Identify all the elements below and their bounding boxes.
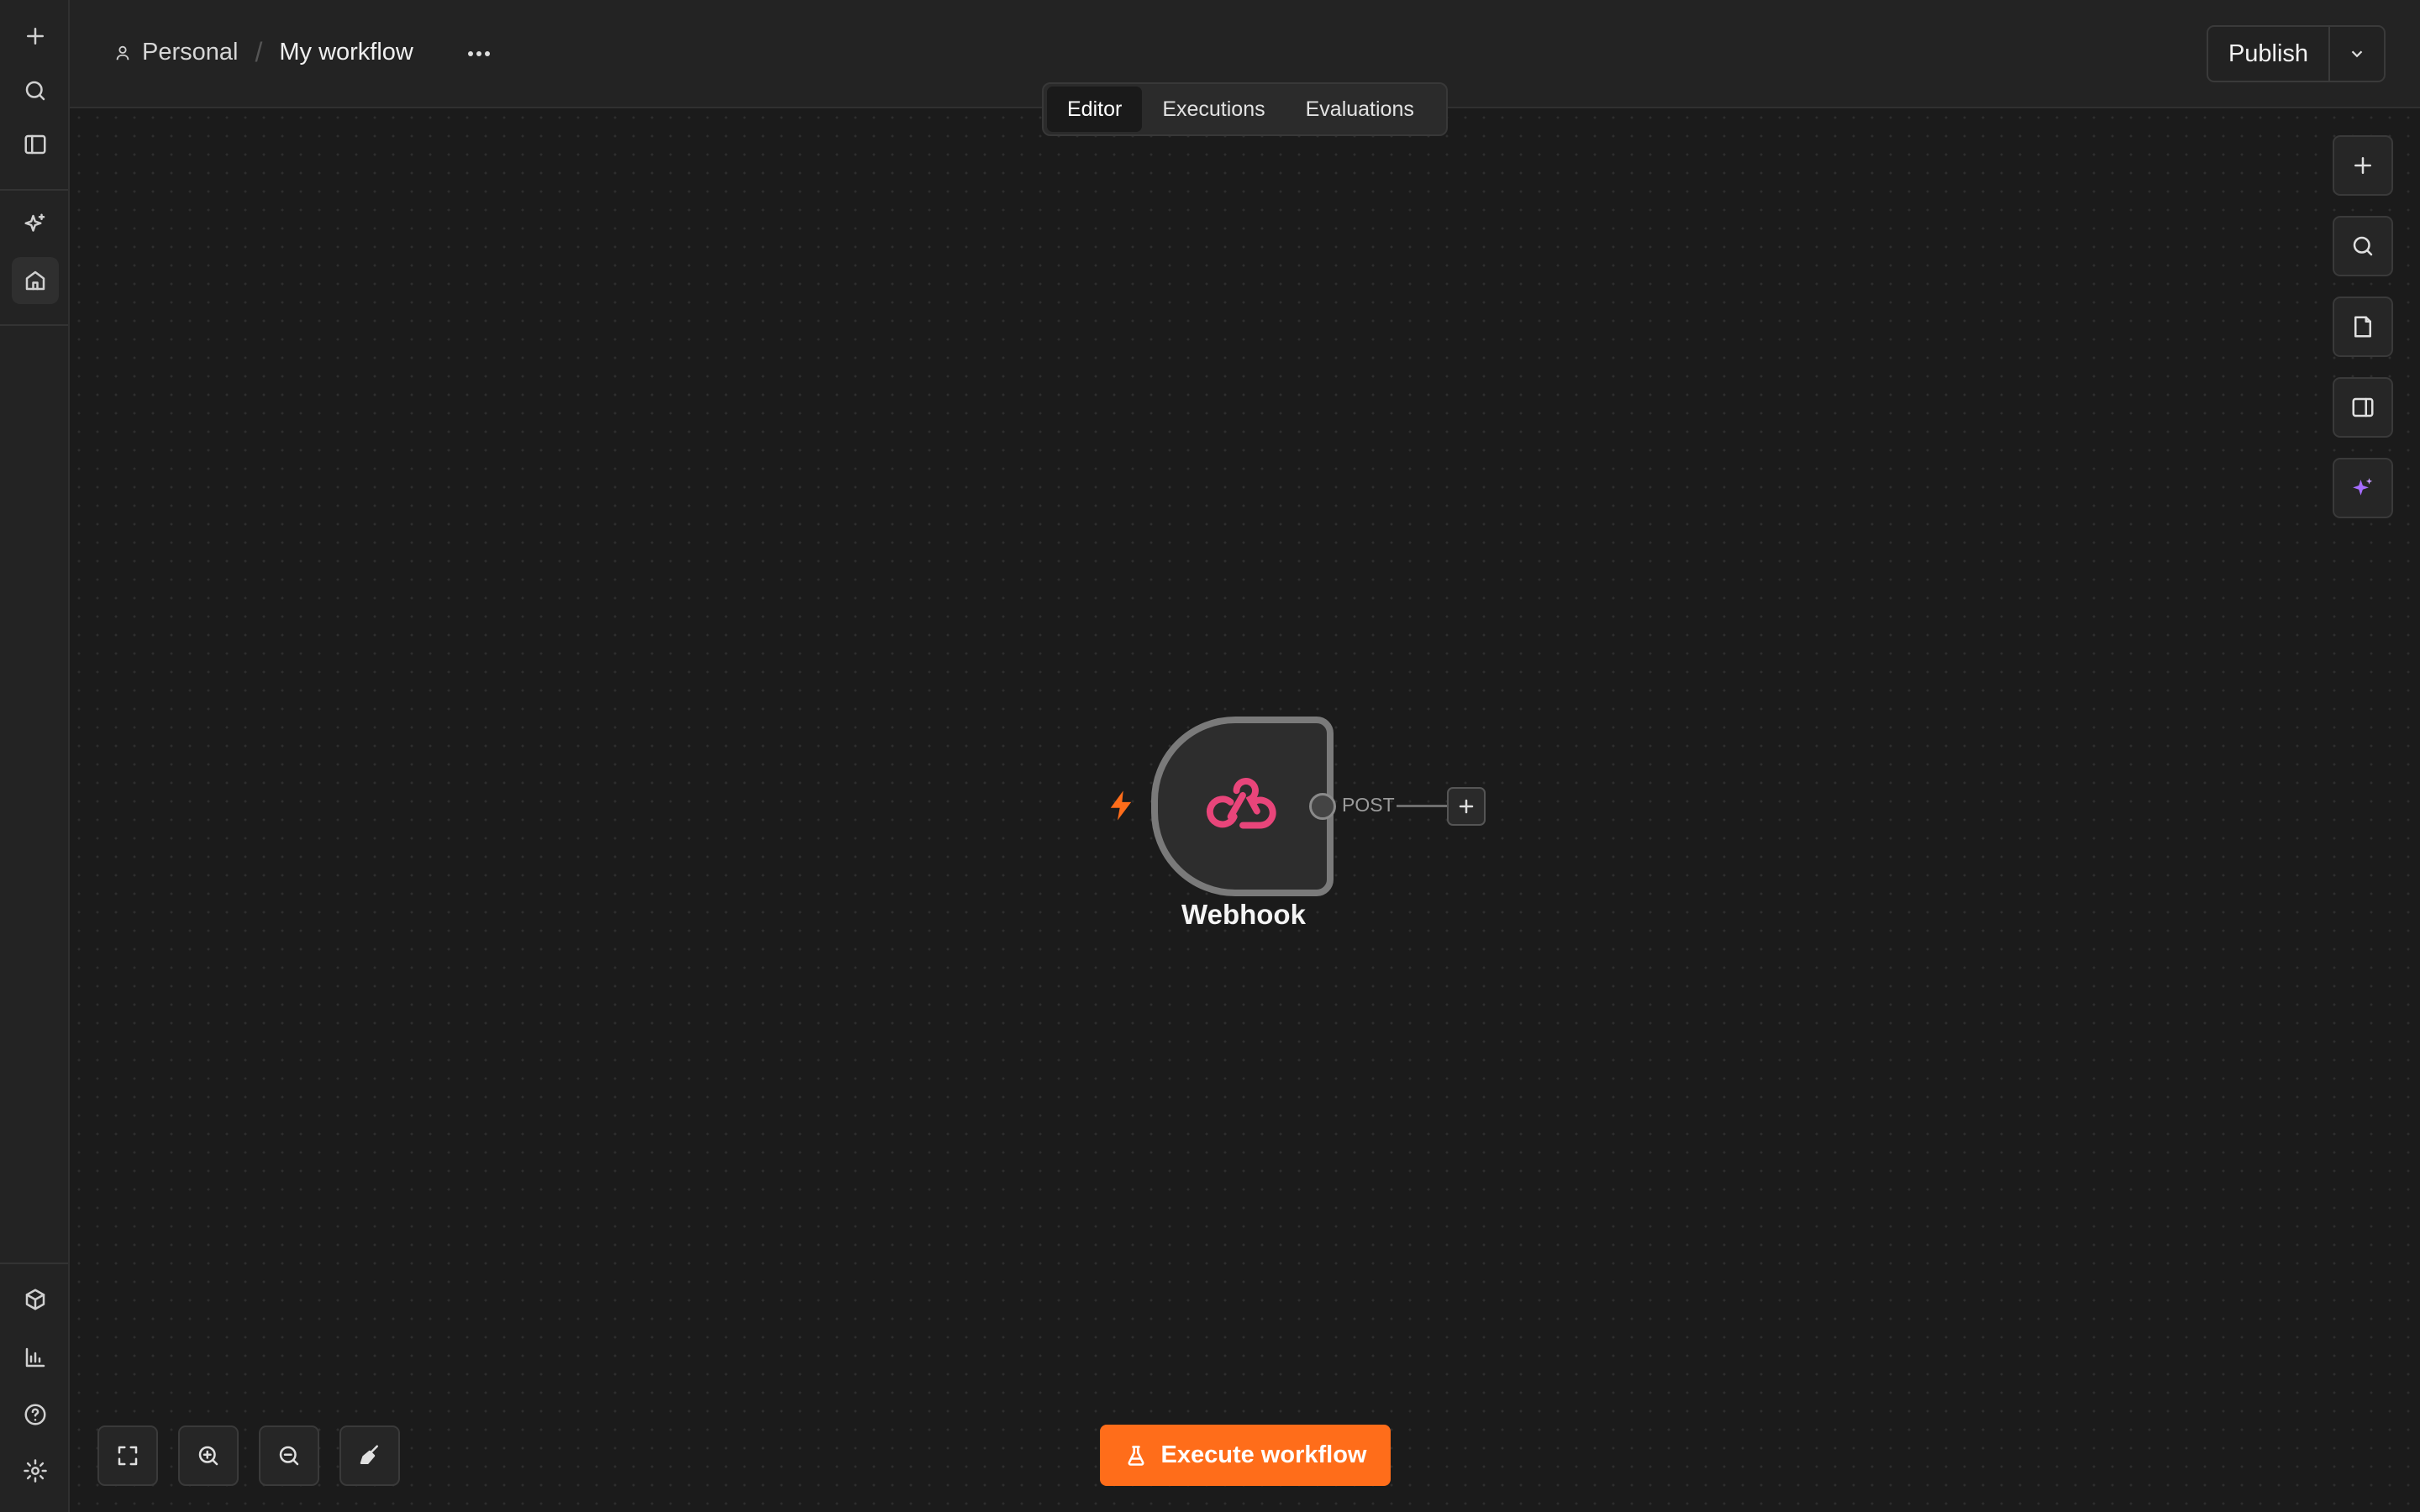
breadcrumb: Personal / My workflow	[113, 37, 413, 68]
user-icon	[116, 45, 129, 60]
execute-label: Execute workflow	[1160, 1441, 1367, 1468]
sparkles-icon	[24, 213, 45, 232]
sidebar-divider	[0, 1263, 68, 1264]
flask-icon	[1127, 1445, 1144, 1466]
tab-executions[interactable]: Executions	[1142, 87, 1285, 132]
fit-view-button[interactable]	[97, 1425, 158, 1486]
ai-assistant-button[interactable]	[2333, 458, 2393, 518]
publish-button[interactable]: Publish	[2208, 27, 2330, 81]
webhook-icon	[1206, 778, 1276, 829]
clean-up-icon	[360, 1445, 378, 1464]
sidebar-home-button[interactable]	[12, 257, 59, 304]
sidebar-templates-button[interactable]	[12, 1276, 59, 1323]
publish-dropdown-button[interactable]	[2330, 27, 2384, 81]
execute-workflow-button[interactable]: Execute workflow	[1100, 1425, 1391, 1486]
bolt-icon	[1110, 790, 1132, 821]
cube-icon	[25, 1289, 45, 1310]
bar-chart-icon	[25, 1347, 45, 1368]
add-sticky-note-button[interactable]	[2333, 297, 2393, 357]
fit-view-icon	[118, 1446, 138, 1466]
zoom-in-icon	[198, 1446, 218, 1466]
help-icon	[24, 1404, 46, 1425]
view-tabs: Editor Executions Evaluations	[1042, 82, 1448, 136]
zoom-out-button[interactable]	[259, 1425, 319, 1486]
output-label: POST	[1342, 794, 1395, 816]
node-name: Webhook	[1181, 899, 1306, 930]
add-node-panel-button[interactable]	[2333, 135, 2393, 196]
panel-right-icon	[2352, 397, 2374, 417]
panel-icon	[24, 134, 46, 155]
breadcrumb-project[interactable]: Personal	[142, 39, 238, 66]
workflow-menu-button[interactable]	[460, 37, 497, 71]
ai-sparkle-icon	[2353, 478, 2373, 496]
sidebar-divider	[0, 324, 68, 326]
settings-icon	[24, 1459, 47, 1483]
search-icon	[25, 81, 45, 101]
zoom-in-button[interactable]	[178, 1425, 239, 1486]
output-connector	[1397, 805, 1447, 807]
more-horizontal-icon	[468, 51, 490, 56]
publish-button-group: Publish	[2207, 25, 2386, 82]
add-next-node-button[interactable]	[1447, 787, 1486, 826]
search-icon	[2353, 236, 2373, 256]
workflow-title[interactable]: My workflow	[279, 39, 413, 66]
zoom-out-icon	[279, 1446, 299, 1466]
sidebar-settings-button[interactable]	[12, 1447, 59, 1494]
breadcrumb-separator: /	[255, 37, 263, 67]
node-output-handle[interactable]	[1309, 793, 1336, 820]
sidebar-help-button[interactable]	[12, 1391, 59, 1438]
plus-icon	[27, 28, 44, 45]
webhook-node[interactable]	[1151, 717, 1334, 896]
tidy-up-button[interactable]	[339, 1425, 400, 1486]
sticky-note-icon	[2354, 316, 2371, 338]
tab-evaluations[interactable]: Evaluations	[1286, 87, 1434, 132]
canvas-search-button[interactable]	[2333, 216, 2393, 276]
toggle-side-panel-button[interactable]	[2333, 377, 2393, 438]
sidebar-toggle-button[interactable]	[12, 121, 59, 168]
sidebar-add-button[interactable]	[12, 13, 59, 60]
home-icon	[25, 270, 45, 291]
tab-editor[interactable]: Editor	[1047, 87, 1143, 132]
sidebar-ai-button[interactable]	[12, 201, 59, 248]
plus-icon	[2354, 157, 2371, 174]
chevron-down-icon	[2351, 50, 2363, 58]
plus-icon	[1459, 799, 1474, 814]
sidebar-insights-button[interactable]	[12, 1334, 59, 1381]
sidebar-divider	[0, 189, 68, 191]
left-sidebar	[0, 0, 70, 1512]
sidebar-search-button[interactable]	[12, 67, 59, 114]
